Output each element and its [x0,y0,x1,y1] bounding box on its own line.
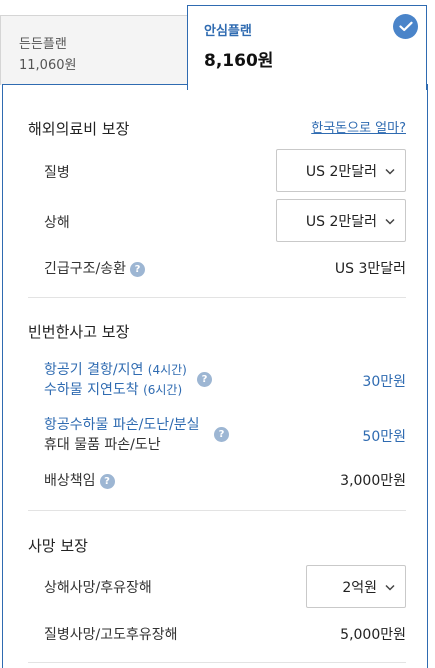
accident-death-amount-select[interactable]: 2억원 [306,565,406,608]
rescue-label: 긴급구조/송환? [44,258,145,278]
liability-label: 배상책임? [44,470,115,490]
check-icon [393,14,418,39]
personal-item-text: 휴대 물품 파손/도난 [44,437,161,453]
plan-name: 든든플랜 [19,37,67,52]
info-icon[interactable]: ? [99,473,115,489]
plan-name: 안심플랜 [204,24,252,39]
select-value: US 2만달러 [305,163,377,180]
rescue-label-text: 긴급구조/송환 [44,261,126,277]
rescue-value: US 3만달러 [334,261,406,277]
illness-amount-select[interactable]: US 2만달러 [276,149,406,192]
divider [28,297,406,298]
chevron-down-icon [385,163,395,179]
illness-label: 질병 [44,165,70,181]
section-title-medical: 해외의료비 보장 [28,120,130,138]
flight-delay-note: (4시간) [147,363,187,377]
flight-delay-label: 항공기 결항/지연 (4시간) 수하물 지연도착 (6시간) [44,360,187,400]
illness-death-label: 질병사망/고도후유장해 [44,627,178,643]
divider [28,510,406,511]
injury-label: 상해 [44,215,70,231]
info-icon[interactable]: ? [214,427,229,442]
chevron-down-icon [385,213,395,229]
illness-death-value: 5,000만원 [340,627,406,643]
fx-convert-link[interactable]: 한국돈으로 얼마? [311,117,406,136]
chevron-down-icon [385,579,395,595]
plan-tab-selected[interactable]: 안심플랜 8,160원 [187,5,427,90]
select-value: 2억원 [342,579,377,596]
flight-delay-value: 30만원 [362,374,406,390]
section-title-frequent: 빈번한사고 보장 [28,323,130,341]
liability-value: 3,000만원 [340,473,406,489]
baggage-damage-label: 항공수하물 파손/도난/분실 휴대 물품 파손/도난 [44,415,200,455]
plan-price: 8,160원 [204,51,274,71]
baggage-delay-note: (6시간) [143,383,183,397]
liability-label-text: 배상책임 [44,473,96,489]
baggage-damage-value: 50만원 [362,429,406,445]
plan-price: 11,060원 [19,58,77,73]
info-icon[interactable]: ? [130,261,145,277]
accident-death-label: 상해사망/후유장해 [44,580,152,596]
baggage-delay-text: 수하물 지연도착 [44,382,139,398]
baggage-damage-text: 항공수하물 파손/도난/분실 [44,417,200,433]
injury-amount-select[interactable]: US 2만달러 [276,199,406,242]
select-value: US 2만달러 [305,213,377,230]
info-icon[interactable]: ? [197,372,212,387]
section-title-death: 사망 보장 [28,537,88,555]
divider [28,662,406,663]
flight-delay-text: 항공기 결항/지연 [44,362,144,378]
plan-tab-basic[interactable]: 든든플랜 11,060원 [0,15,188,85]
